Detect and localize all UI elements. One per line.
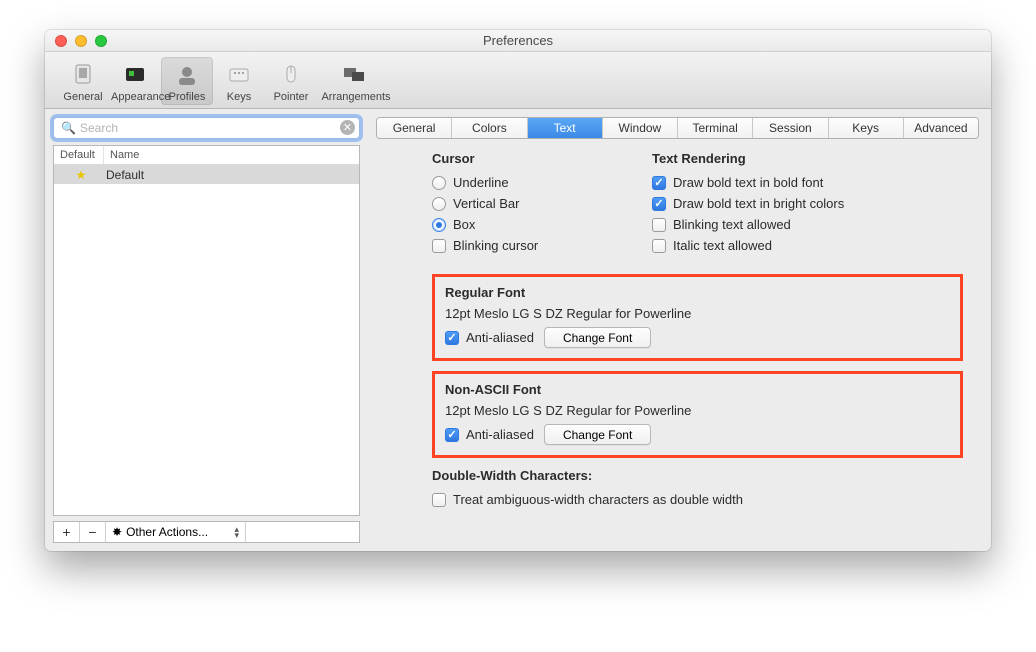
window-title: Preferences [45, 33, 991, 48]
cursor-box-option[interactable]: Box [432, 214, 622, 235]
toolbar-profiles[interactable]: Profiles [161, 57, 213, 105]
titlebar: Preferences [45, 30, 991, 52]
bold-font-checkbox[interactable]: Draw bold text in bold font [652, 172, 844, 193]
nonascii-font-section: Non-ASCII Font 12pt Meslo LG S DZ Regula… [432, 371, 963, 458]
radio-icon [432, 218, 446, 232]
gear-icon: ✸ [112, 525, 122, 539]
blinking-cursor-checkbox[interactable]: Blinking cursor [432, 235, 622, 256]
italic-text-checkbox[interactable]: Italic text allowed [652, 235, 844, 256]
keys-icon [215, 61, 263, 89]
checkbox-icon [652, 218, 666, 232]
radio-icon [432, 176, 446, 190]
cursor-underline-option[interactable]: Underline [432, 172, 622, 193]
change-nonascii-font-button[interactable]: Change Font [544, 424, 651, 445]
preferences-window: Preferences General Appearance Profiles … [45, 30, 991, 551]
checkbox-icon [445, 331, 459, 345]
star-icon: ★ [58, 168, 104, 182]
appearance-icon [111, 61, 159, 89]
checkbox-icon [652, 176, 666, 190]
profile-tabs: General Colors Text Window Terminal Sess… [376, 117, 979, 139]
clear-search-button[interactable]: ✕ [340, 120, 355, 135]
arrangements-icon [319, 61, 393, 89]
regular-antialiased-checkbox[interactable]: Anti-aliased [445, 330, 534, 345]
toolbar: General Appearance Profiles Keys Pointer… [45, 52, 991, 109]
tab-general[interactable]: General [377, 118, 452, 138]
toolbar-pointer[interactable]: Pointer [265, 57, 317, 105]
tab-window[interactable]: Window [603, 118, 678, 138]
other-actions-menu[interactable]: ✸ Other Actions... ▴▾ [106, 522, 246, 542]
toolbar-keys[interactable]: Keys [213, 57, 265, 105]
radio-icon [432, 197, 446, 211]
checkbox-icon [432, 493, 446, 507]
text-rendering-heading: Text Rendering [652, 151, 844, 166]
nonascii-antialiased-checkbox[interactable]: Anti-aliased [445, 427, 534, 442]
sidebar: 🔍 ✕ Default Name ★ Default + − [45, 109, 368, 551]
profile-list: Default Name ★ Default [53, 145, 360, 516]
content-pane: General Colors Text Window Terminal Sess… [368, 109, 991, 551]
tab-terminal[interactable]: Terminal [678, 118, 753, 138]
nonascii-font-heading: Non-ASCII Font [445, 382, 950, 397]
checkbox-icon [445, 428, 459, 442]
ambiguous-width-checkbox[interactable]: Treat ambiguous-width characters as doub… [432, 489, 963, 510]
cursor-vertical-option[interactable]: Vertical Bar [432, 193, 622, 214]
tab-keys[interactable]: Keys [829, 118, 904, 138]
regular-font-section: Regular Font 12pt Meslo LG S DZ Regular … [432, 274, 963, 361]
bold-bright-checkbox[interactable]: Draw bold text in bright colors [652, 193, 844, 214]
regular-font-heading: Regular Font [445, 285, 950, 300]
checkbox-icon [432, 239, 446, 253]
chevron-updown-icon: ▴▾ [234, 526, 239, 538]
change-regular-font-button[interactable]: Change Font [544, 327, 651, 348]
cursor-heading: Cursor [432, 151, 622, 166]
nonascii-font-desc: 12pt Meslo LG S DZ Regular for Powerline [445, 403, 950, 418]
toolbar-appearance[interactable]: Appearance [109, 57, 161, 105]
add-profile-button[interactable]: + [54, 522, 80, 542]
tab-colors[interactable]: Colors [452, 118, 527, 138]
checkbox-icon [652, 239, 666, 253]
search-input[interactable] [53, 117, 360, 139]
double-width-heading: Double-Width Characters: [432, 468, 963, 483]
toolbar-general[interactable]: General [57, 57, 109, 105]
tab-text[interactable]: Text [528, 118, 603, 138]
profiles-icon [163, 61, 211, 89]
blinking-text-checkbox[interactable]: Blinking text allowed [652, 214, 844, 235]
regular-font-desc: 12pt Meslo LG S DZ Regular for Powerline [445, 306, 950, 321]
remove-profile-button[interactable]: − [80, 522, 106, 542]
header-name[interactable]: Name [104, 146, 359, 164]
list-header: Default Name [54, 146, 359, 165]
tab-session[interactable]: Session [753, 118, 828, 138]
search-icon: 🔍 [61, 121, 76, 135]
checkbox-icon [652, 197, 666, 211]
pointer-icon [267, 61, 315, 89]
tab-advanced[interactable]: Advanced [904, 118, 978, 138]
general-icon [59, 61, 107, 89]
header-default[interactable]: Default [54, 146, 104, 164]
toolbar-arrangements[interactable]: Arrangements [317, 57, 395, 105]
profile-row[interactable]: ★ Default [54, 165, 359, 184]
list-toolbar: + − ✸ Other Actions... ▴▾ [53, 521, 360, 543]
profile-name: Default [104, 168, 144, 182]
